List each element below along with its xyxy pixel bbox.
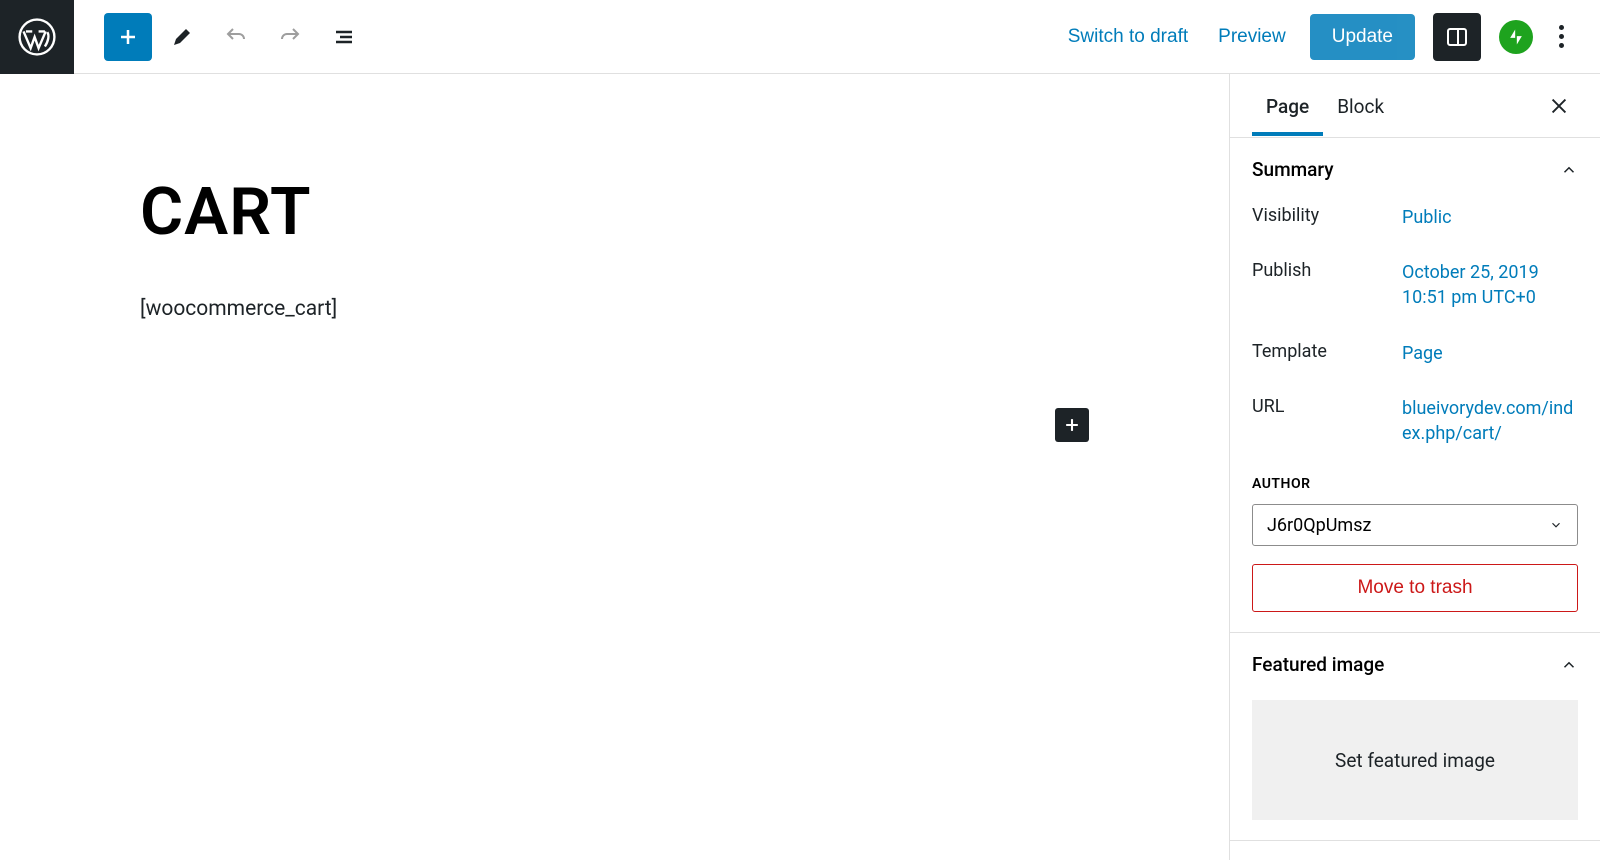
add-block-button[interactable]	[104, 13, 152, 61]
visibility-value[interactable]: Public	[1402, 205, 1578, 230]
chevron-up-icon	[1560, 656, 1578, 674]
top-toolbar: Switch to draft Preview Update	[0, 0, 1600, 74]
main-area: CART [woocommerce_cart] Page Block Summa…	[0, 74, 1600, 860]
preview-button[interactable]: Preview	[1212, 18, 1292, 56]
author-value: J6r0QpUmsz	[1267, 515, 1371, 536]
visibility-row: Visibility Public	[1252, 205, 1578, 230]
page-title[interactable]: CART	[140, 174, 1089, 251]
visibility-label: Visibility	[1252, 205, 1402, 230]
featured-image-panel: Featured image Set featured image	[1230, 633, 1600, 841]
tab-block[interactable]: Block	[1323, 75, 1398, 136]
tab-page[interactable]: Page	[1252, 75, 1323, 136]
undo-button[interactable]	[212, 13, 260, 61]
chevron-down-icon	[1549, 518, 1563, 532]
settings-toggle-button[interactable]	[1433, 13, 1481, 61]
set-featured-image-button[interactable]: Set featured image	[1252, 700, 1578, 820]
move-to-trash-button[interactable]: Move to trash	[1252, 564, 1578, 612]
featured-image-heading: Featured image	[1252, 653, 1384, 676]
summary-heading: Summary	[1252, 158, 1334, 181]
template-value[interactable]: Page	[1402, 341, 1578, 366]
summary-panel-toggle[interactable]: Summary	[1252, 158, 1578, 181]
template-row: Template Page	[1252, 341, 1578, 366]
editor-canvas[interactable]: CART [woocommerce_cart]	[0, 74, 1230, 860]
publish-row: Publish October 25, 2019 10:51 pm UTC+0	[1252, 260, 1578, 310]
featured-image-panel-toggle[interactable]: Featured image	[1252, 653, 1578, 676]
redo-button[interactable]	[266, 13, 314, 61]
sidebar-tabs: Page Block	[1230, 74, 1600, 138]
wordpress-logo[interactable]	[0, 0, 74, 74]
chevron-up-icon	[1560, 161, 1578, 179]
more-options-button[interactable]	[1551, 17, 1572, 56]
url-row: URL blueivorydev.com/index.php/cart/	[1252, 396, 1578, 446]
close-sidebar-button[interactable]	[1540, 87, 1578, 125]
document-outline-button[interactable]	[320, 13, 368, 61]
update-button[interactable]: Update	[1310, 14, 1415, 60]
switch-to-draft-button[interactable]: Switch to draft	[1062, 18, 1194, 56]
publish-value[interactable]: October 25, 2019 10:51 pm UTC+0	[1402, 260, 1578, 310]
edit-tool-button[interactable]	[158, 13, 206, 61]
toolbar-right: Switch to draft Preview Update	[1062, 13, 1600, 61]
jetpack-icon[interactable]	[1499, 20, 1533, 54]
settings-sidebar: Page Block Summary Visibility Public Pub…	[1230, 74, 1600, 860]
summary-panel: Summary Visibility Public Publish Octobe…	[1230, 138, 1600, 633]
author-select[interactable]: J6r0QpUmsz	[1252, 504, 1578, 546]
author-label: AUTHOR	[1252, 476, 1578, 492]
publish-label: Publish	[1252, 260, 1402, 310]
toolbar-left	[74, 13, 368, 61]
insert-block-button[interactable]	[1055, 408, 1089, 442]
shortcode-block[interactable]: [woocommerce_cart]	[140, 297, 1089, 321]
url-value[interactable]: blueivorydev.com/index.php/cart/	[1402, 396, 1578, 446]
url-label: URL	[1252, 396, 1402, 446]
template-label: Template	[1252, 341, 1402, 366]
summary-body: Visibility Public Publish October 25, 20…	[1252, 205, 1578, 612]
